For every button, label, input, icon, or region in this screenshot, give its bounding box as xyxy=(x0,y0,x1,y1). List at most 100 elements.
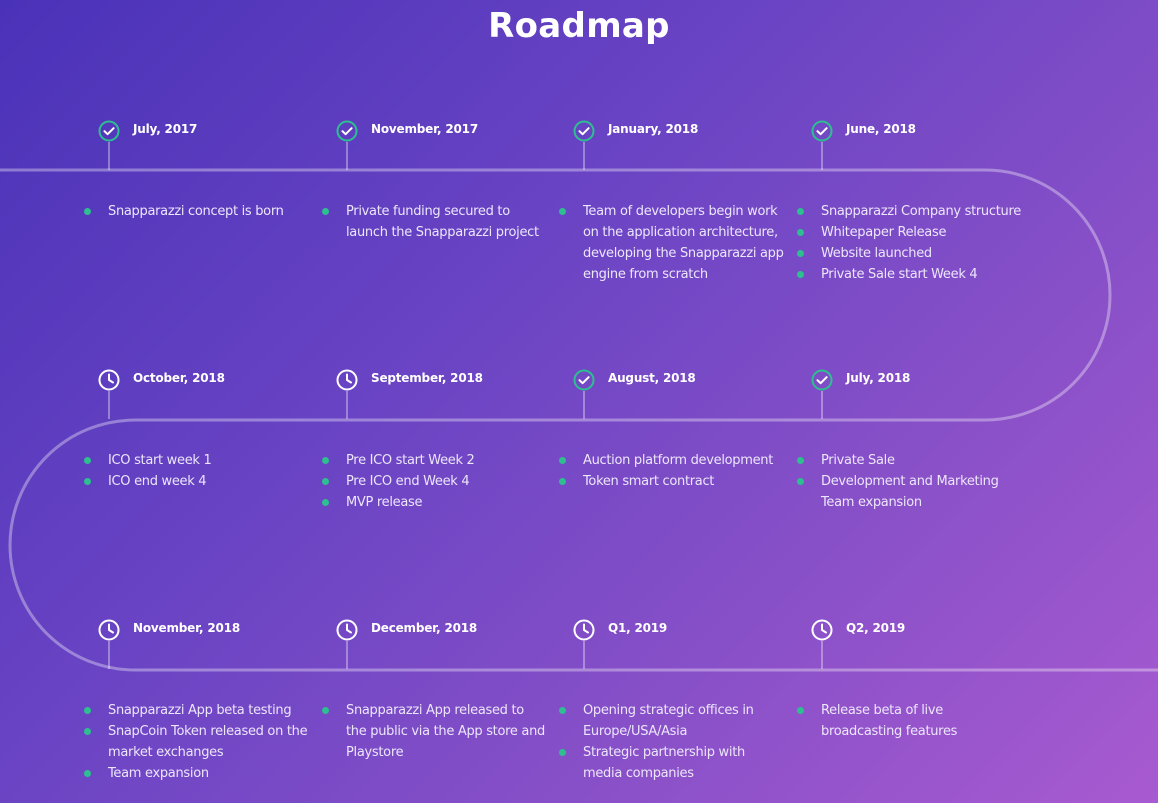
list-item-text: Snapparazzi App beta testing xyxy=(108,703,292,718)
check-icon xyxy=(573,369,595,391)
list-item-text: ICO end week 4 xyxy=(108,474,207,489)
list-item-text: Opening strategic offices in Europe/USA/… xyxy=(583,703,754,739)
milestone-items: Private funding secured to launch the Sn… xyxy=(322,201,547,243)
milestone-connector xyxy=(108,391,110,419)
milestone-items: Release beta of live broadcasting featur… xyxy=(797,700,1022,742)
clock-icon xyxy=(98,619,120,641)
bullet-dot-icon xyxy=(322,499,329,506)
milestone-date: Q2, 2019 xyxy=(846,621,906,635)
list-item: Release beta of live broadcasting featur… xyxy=(797,700,1022,742)
clock-icon xyxy=(573,619,595,641)
bullet-dot-icon xyxy=(84,457,91,464)
check-icon xyxy=(98,120,120,142)
milestone-items: Snapparazzi App beta testing SnapCoin Tok… xyxy=(84,700,309,784)
bullet-dot-icon xyxy=(322,457,329,464)
list-item: Private funding secured to launch the Sn… xyxy=(322,201,547,243)
bullet-dot-icon xyxy=(797,707,804,714)
bullet-dot-icon xyxy=(797,250,804,257)
list-item-text: ICO start week 1 xyxy=(108,453,212,468)
list-item: ICO start week 1 xyxy=(84,450,309,471)
bullet-dot-icon xyxy=(797,457,804,464)
bullet-dot-icon xyxy=(797,208,804,215)
milestone-connector xyxy=(821,142,823,170)
list-item: Opening strategic offices in Europe/USA/… xyxy=(559,700,784,742)
list-item: Snapparazzi App released to the public v… xyxy=(322,700,547,763)
list-item-text: Private Sale xyxy=(821,453,895,468)
list-item: Snapparazzi App beta testing xyxy=(84,700,309,721)
list-item: Private Sale xyxy=(797,450,1022,471)
milestone-date: November, 2017 xyxy=(371,122,478,136)
list-item-text: Snapparazzi App released to the public v… xyxy=(346,703,545,760)
list-item-text: Snapparazzi concept is born xyxy=(108,204,284,219)
bullet-dot-icon xyxy=(322,707,329,714)
bullet-dot-icon xyxy=(559,457,566,464)
list-item: Website launched xyxy=(797,243,1022,264)
list-item: Pre ICO start Week 2 xyxy=(322,450,547,471)
list-item: Snapparazzi concept is born xyxy=(84,201,309,222)
milestone-items: Pre ICO start Week 2 Pre ICO end Week 4 MV… xyxy=(322,450,547,513)
milestone-connector xyxy=(346,142,348,170)
list-item: Snapparazzi Company structure xyxy=(797,201,1022,222)
milestone-items: Auction platform development Token smart … xyxy=(559,450,784,492)
milestone-date: June, 2018 xyxy=(846,122,916,136)
list-item-text: Private funding secured to launch the Sn… xyxy=(346,204,539,240)
bullet-dot-icon xyxy=(84,208,91,215)
list-item-text: Development and Marketing Team expansion xyxy=(821,474,999,510)
bullet-dot-icon xyxy=(322,208,329,215)
list-item-text: Strategic partnership with media compani… xyxy=(583,745,745,781)
check-icon xyxy=(811,120,833,142)
list-item: SnapCoin Token released on the market ex… xyxy=(84,721,309,763)
list-item: ICO end week 4 xyxy=(84,471,309,492)
milestone-items: Snapparazzi Company structure Whitepaper … xyxy=(797,201,1022,285)
milestone-connector xyxy=(108,641,110,669)
milestone-items: Snapparazzi concept is born xyxy=(84,201,309,222)
milestone-date: July, 2017 xyxy=(133,122,198,136)
list-item: Pre ICO end Week 4 xyxy=(322,471,547,492)
clock-icon xyxy=(811,619,833,641)
list-item: Development and Marketing Team expansion xyxy=(797,471,1022,513)
check-icon xyxy=(336,120,358,142)
list-item: Token smart contract xyxy=(559,471,784,492)
bullet-dot-icon xyxy=(559,707,566,714)
clock-icon xyxy=(336,619,358,641)
clock-icon xyxy=(336,369,358,391)
check-icon xyxy=(811,369,833,391)
list-item-text: Release beta of live broadcasting featur… xyxy=(821,703,958,739)
list-item-text: Website launched xyxy=(821,246,932,261)
bullet-dot-icon xyxy=(559,208,566,215)
list-item: Team of developers begin work on the app… xyxy=(559,201,784,285)
list-item-text: Pre ICO end Week 4 xyxy=(346,474,470,489)
bullet-dot-icon xyxy=(322,478,329,485)
list-item-text: Pre ICO start Week 2 xyxy=(346,453,475,468)
milestone-date: November, 2018 xyxy=(133,621,240,635)
milestone-connector xyxy=(583,142,585,170)
milestone-connector xyxy=(108,142,110,170)
milestone-connector xyxy=(583,391,585,419)
list-item-text: Snapparazzi Company structure xyxy=(821,204,1021,219)
list-item-text: Token smart contract xyxy=(583,474,715,489)
milestone-items: Snapparazzi App released to the public v… xyxy=(322,700,547,763)
milestone-items: ICO start week 1 ICO end week 4 xyxy=(84,450,309,492)
milestone-connector xyxy=(346,641,348,669)
list-item-text: Team expansion xyxy=(108,766,209,781)
list-item-text: MVP release xyxy=(346,495,423,510)
milestone-date: January, 2018 xyxy=(608,122,699,136)
list-item-text: Private Sale start Week 4 xyxy=(821,267,978,282)
milestone-date: October, 2018 xyxy=(133,371,225,385)
bullet-dot-icon xyxy=(84,728,91,735)
milestone-connector xyxy=(583,641,585,669)
list-item: Strategic partnership with media compani… xyxy=(559,742,784,784)
list-item-text: Whitepaper Release xyxy=(821,225,947,240)
bullet-dot-icon xyxy=(84,707,91,714)
clock-icon xyxy=(98,369,120,391)
bullet-dot-icon xyxy=(84,770,91,777)
milestone-connector xyxy=(821,641,823,669)
bullet-dot-icon xyxy=(797,271,804,278)
milestone-date: December, 2018 xyxy=(371,621,478,635)
list-item: Whitepaper Release xyxy=(797,222,1022,243)
list-item-text: SnapCoin Token released on the market ex… xyxy=(108,724,308,760)
milestone-date: August, 2018 xyxy=(608,371,696,385)
list-item-text: Auction platform development xyxy=(583,453,774,468)
milestone-connector xyxy=(346,391,348,419)
bullet-dot-icon xyxy=(559,749,566,756)
